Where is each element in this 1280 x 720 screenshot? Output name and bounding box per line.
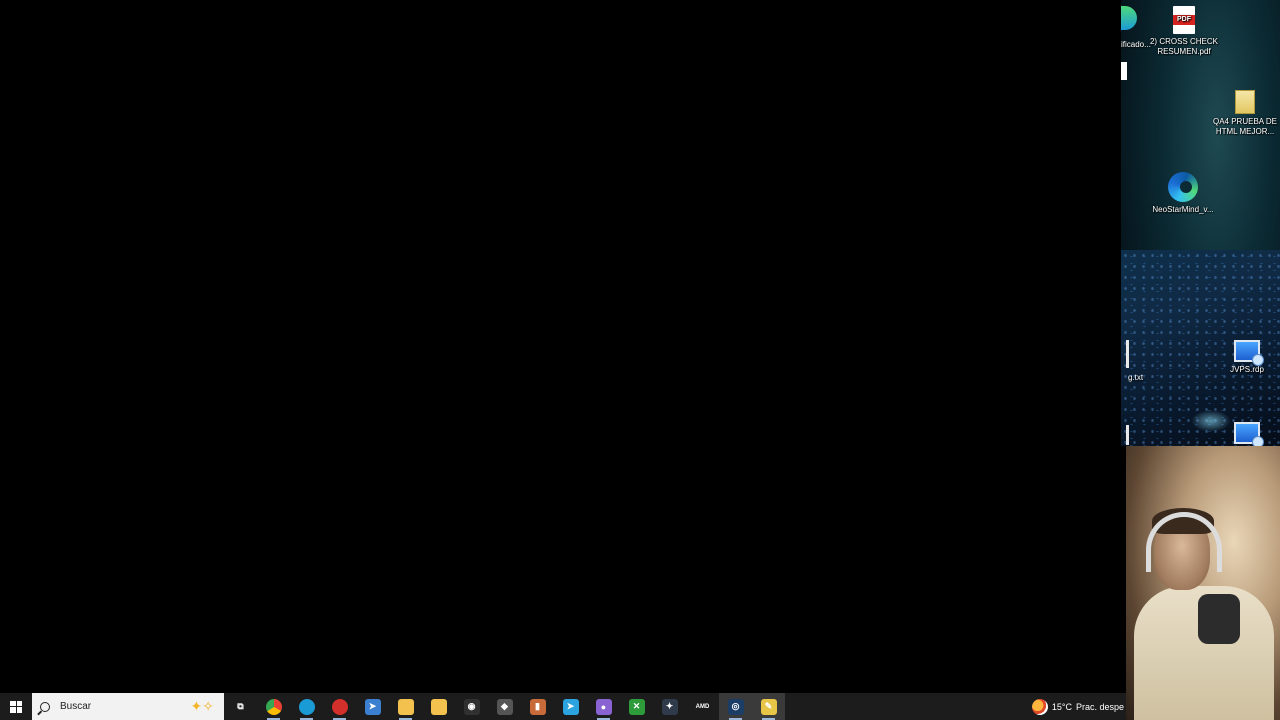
steam-icon: ◎ [727,698,744,715]
desktop-icon-jvps-rdp[interactable]: JVPS.rdp [1212,340,1280,375]
windows-logo-icon [10,700,22,713]
xbox-icon: ✕ [628,698,645,715]
obs-icon: ◉ [463,698,480,715]
taskbar-app-pointer-app[interactable]: ➤ [356,693,389,720]
desktop-wallpaper [1121,0,1280,446]
taskbar: Buscar ✦✧ ⧉ ➤ ◉ ◆ ▮ ➤ ● ✕ ✦ AMD ◎ ✎ 15°C Prac. desp… [0,693,1126,720]
weather-icon[interactable] [1031,698,1048,715]
amd-software-icon: AMD [694,698,711,715]
chrome-icon [265,698,282,715]
telegram-icon: ➤ [562,698,579,715]
window-edge [1121,62,1127,80]
search-icon [40,701,50,712]
desktop-icon-cross-check-pdf[interactable]: PDF 2) CROSS CHECK RESUMEN.pdf [1149,6,1219,57]
taskbar-search-box[interactable]: Buscar ✦✧ [32,693,224,720]
taskbar-app-edge[interactable] [290,693,323,720]
taskbar-app-xbox[interactable]: ✕ [620,693,653,720]
start-button[interactable] [0,693,32,720]
edge-icon [298,698,315,715]
webcam-hood [1198,594,1240,644]
taskbar-app-amd-software[interactable]: AMD [686,693,719,720]
weather-temperature[interactable]: 15°C [1052,702,1072,712]
unity-icon: ◆ [496,698,513,715]
desktop-icon-neostarmind[interactable]: NeoStarMind_v... [1148,172,1218,215]
taskbar-app-telegram[interactable]: ➤ [554,693,587,720]
desktop-icon-qa4-folder[interactable]: QA4 PRUEBA DE HTML MEJOR... [1210,90,1280,137]
task-view-icon: ⧉ [232,698,249,715]
screen-recorder-icon [331,698,348,715]
desktop-icon-label: NeoStarMind_v... [1152,205,1214,214]
remote-desktop-icon [1234,340,1264,366]
taskbar-app-steam[interactable]: ◎ [719,693,752,720]
taskbar-app-unity[interactable]: ◆ [488,693,521,720]
taskbar-app-chat-app[interactable]: ● [587,693,620,720]
system-tray: 15°C Prac. despe [1031,693,1126,720]
desktop-icon-label: 2) CROSS CHECK [1149,37,1218,46]
desktop-icon-rdp-partial[interactable] [1212,422,1280,448]
desktop-cut-label-top: ificado... [1121,40,1151,49]
davinci-icon: ✦ [661,698,678,715]
taskbar-app-office-app[interactable]: ▮ [521,693,554,720]
file-explorer-icon [397,698,414,715]
taskbar-apps: ⧉ ➤ ◉ ◆ ▮ ➤ ● ✕ ✦ AMD ◎ ✎ [224,693,785,720]
taskbar-app-davinci[interactable]: ✦ [653,693,686,720]
taskbar-app-store[interactable] [422,693,455,720]
taskbar-app-file-explorer[interactable] [389,693,422,720]
weather-description[interactable]: Prac. despe [1076,702,1124,712]
desktop-icon-label: HTML MEJOR... [1215,127,1275,136]
desktop-cut-label-mid: g.txt [1128,373,1144,382]
taskbar-app-chrome[interactable] [257,693,290,720]
search-placeholder: Buscar [60,701,92,712]
store-icon [430,698,447,715]
desktop-icon-label: RESUMEN.pdf [1157,47,1211,56]
window-edge-bar [1126,425,1129,445]
black-app-window[interactable] [0,0,1121,693]
window-edge-bar [1126,340,1129,368]
pdf-icon: PDF [1173,6,1195,34]
remote-desktop-icon [1234,422,1264,448]
edge-icon [1168,172,1198,202]
chat-app-icon: ● [595,698,612,715]
desktop-icon-label: JVPS.rdp [1230,365,1264,374]
desktop-icon-label: QA4 PRUEBA DE [1212,117,1278,126]
taskbar-app-paint-app[interactable]: ✎ [752,693,785,720]
paint-app-icon: ✎ [760,698,777,715]
pointer-app-icon: ➤ [364,698,381,715]
taskbar-app-task-view[interactable]: ⧉ [224,693,257,720]
taskbar-app-screen-recorder[interactable] [323,693,356,720]
sparkle-icon: ✦✧ [190,698,214,714]
office-app-icon: ▮ [529,698,546,715]
folder-icon [1235,90,1255,114]
webcam-overlay [1126,446,1280,720]
taskbar-app-obs[interactable]: ◉ [455,693,488,720]
screen: ificado... g.txt PDF 2) CROSS CHECK RESU… [0,0,1280,720]
